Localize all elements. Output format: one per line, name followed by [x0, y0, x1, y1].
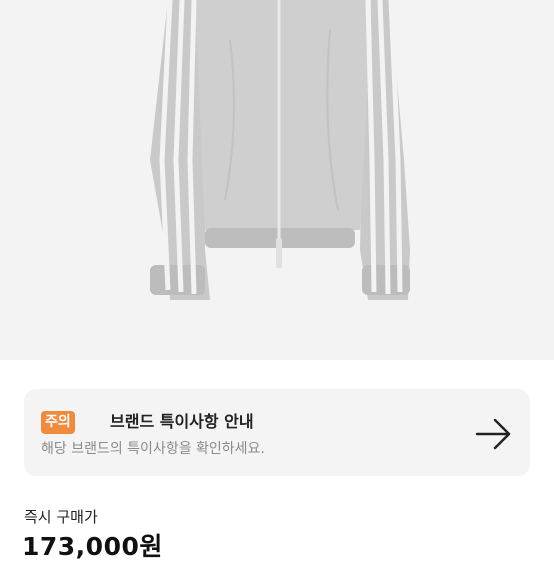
jacket-illustration	[150, 0, 410, 300]
brand-notice-card[interactable]: 주의 브랜드 특이사항 안내 해당 브랜드의 특이사항을 확인하세요.	[24, 389, 530, 476]
instant-buy-price-value: 173,000원	[22, 532, 163, 561]
caution-badge: 주의	[41, 411, 75, 434]
arrow-right-icon[interactable]	[475, 417, 513, 451]
notice-title: 브랜드 특이사항 안내	[110, 412, 254, 431]
instant-buy-price-label: 즉시 구매가	[24, 508, 98, 526]
notice-description: 해당 브랜드의 특이사항을 확인하세요.	[41, 441, 265, 457]
product-image[interactable]	[0, 0, 554, 360]
